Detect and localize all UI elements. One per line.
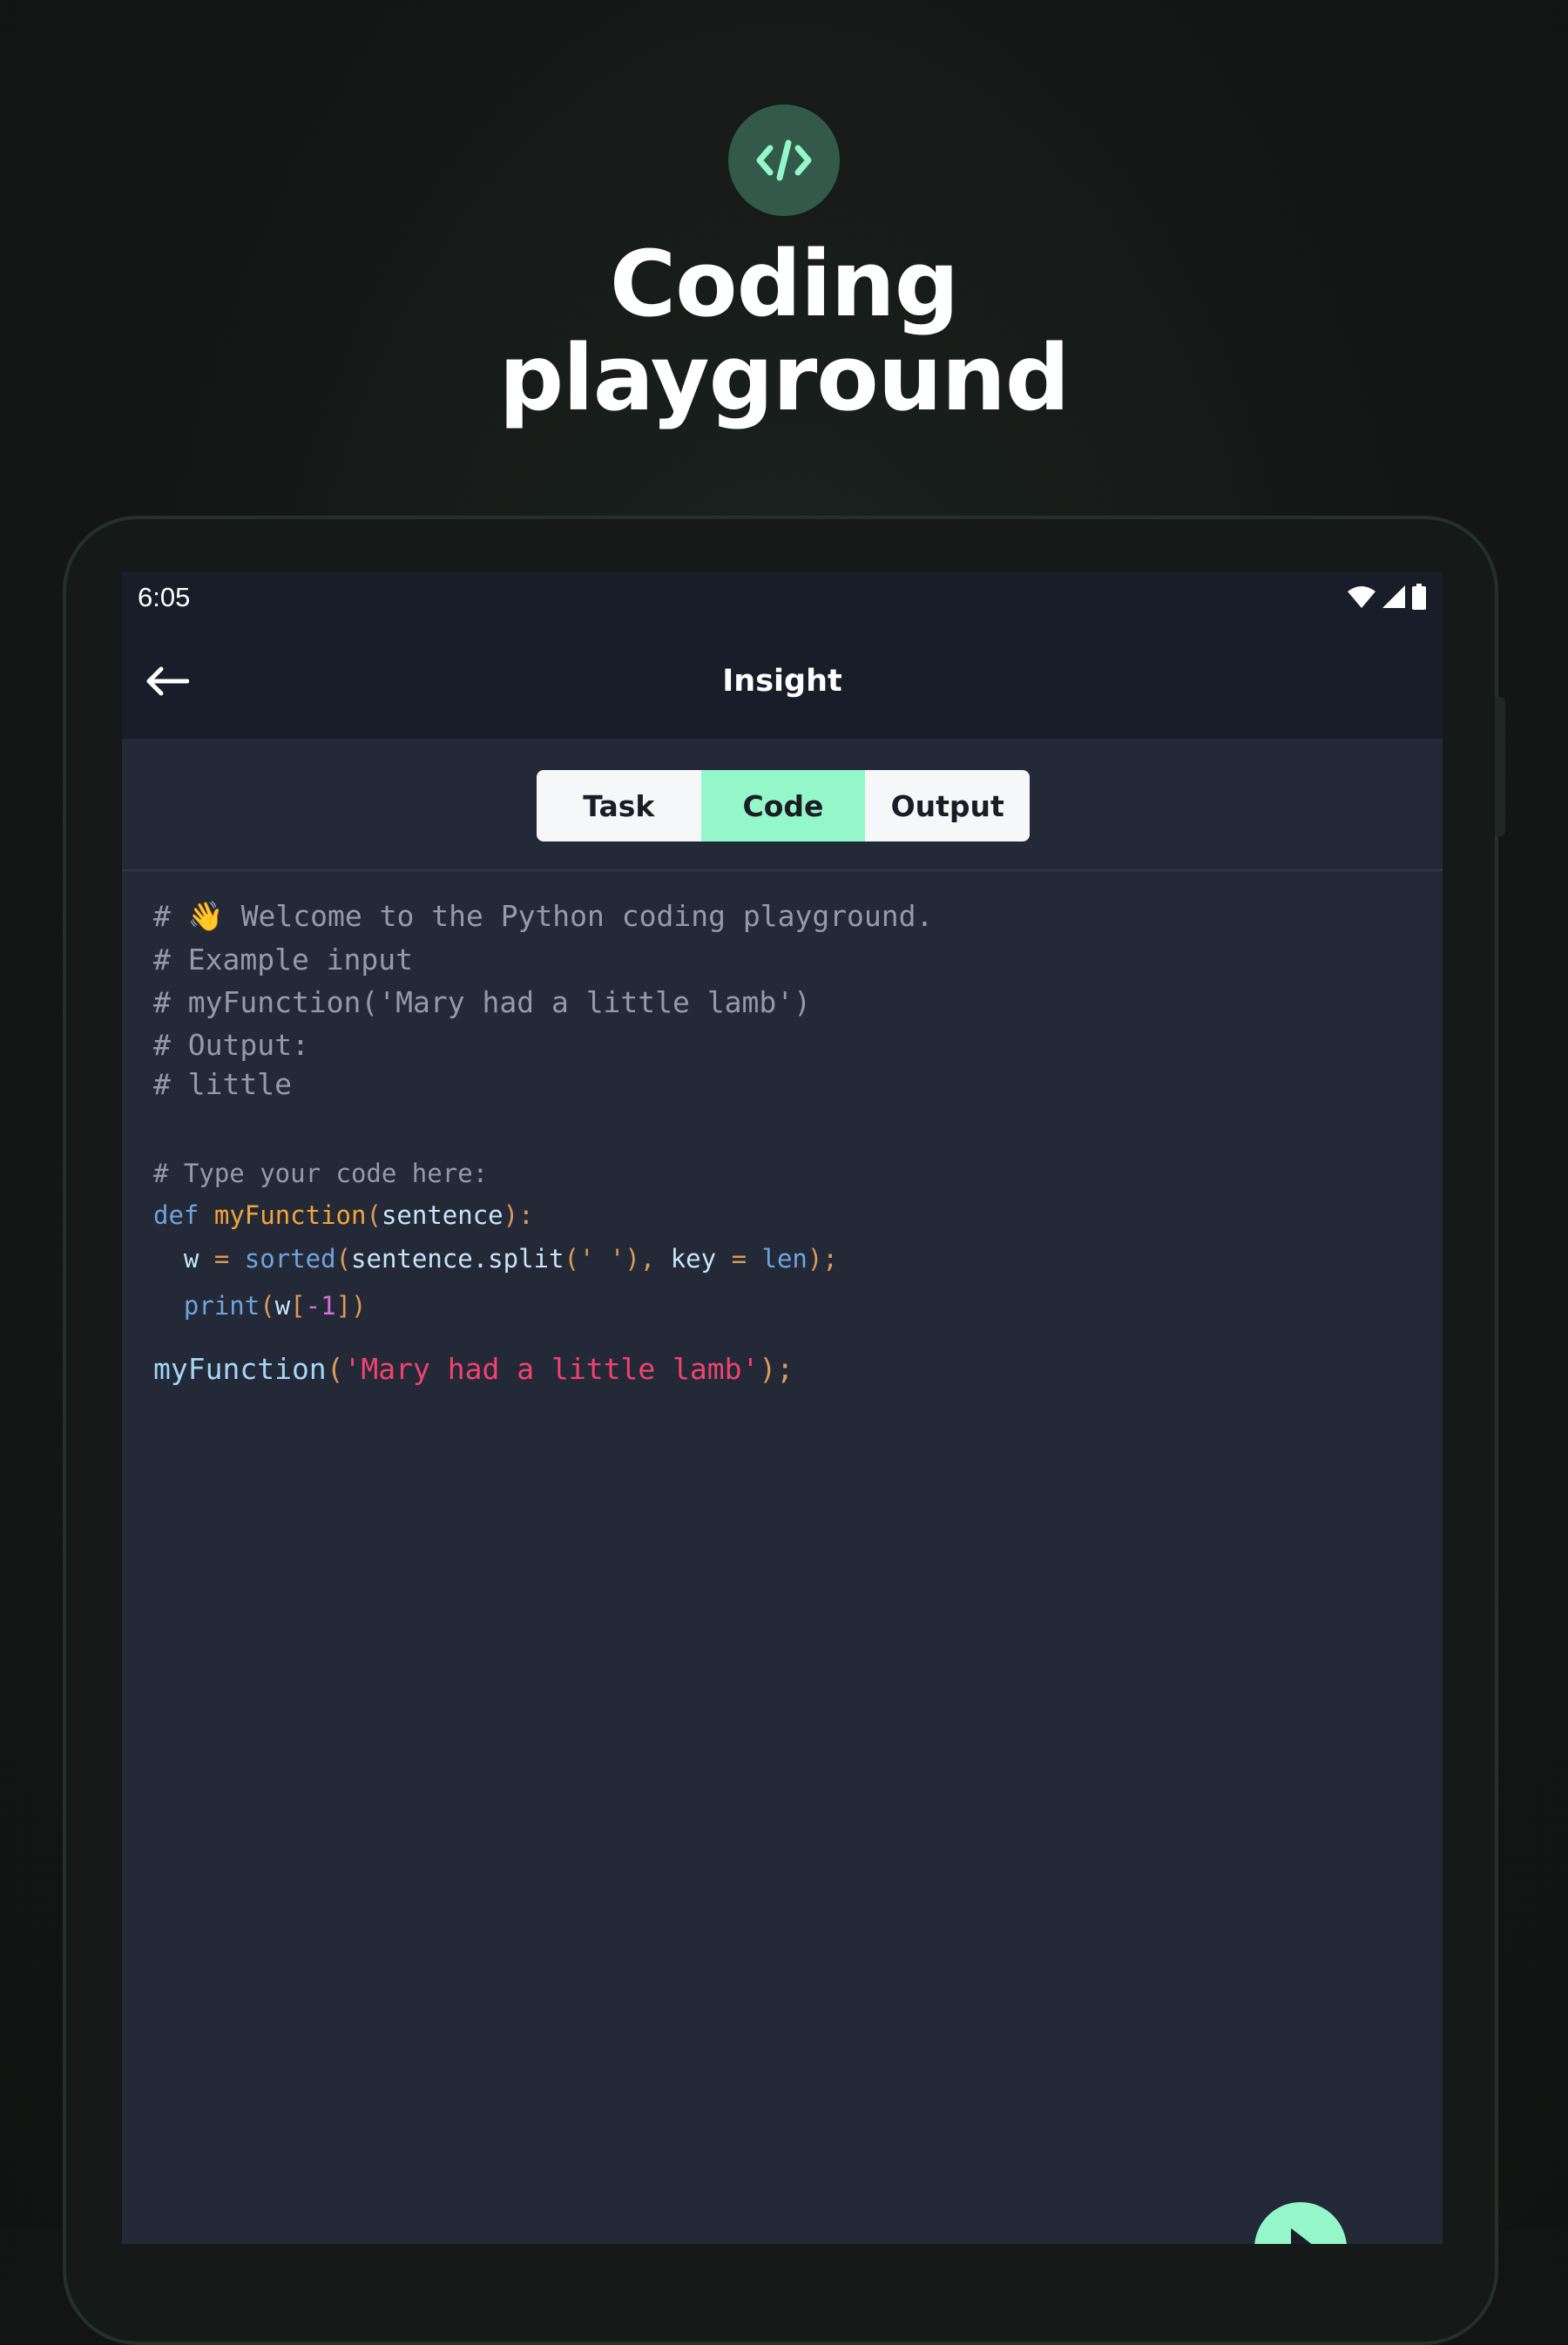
tabs-divider: [122, 869, 1443, 871]
status-bar: 6:05: [122, 571, 1443, 624]
hero-title-line-1: Coding: [609, 231, 959, 337]
code-token: (: [260, 1291, 275, 1321]
code-token: def: [153, 1200, 199, 1230]
code-token: ' ': [578, 1244, 625, 1274]
code-icon: [756, 139, 812, 181]
code-def-line: def myFunction(sentence):: [153, 1200, 534, 1230]
code-token: sentence.split: [351, 1244, 564, 1274]
code-editor[interactable]: # 👋 Welcome to the Python coding playgro…: [153, 899, 1408, 1386]
code-token: ): [351, 1291, 367, 1321]
code-call-line: myFunction('Mary had a little lamb');: [153, 1352, 794, 1386]
code-token: (: [366, 1200, 382, 1230]
code-token: w: [183, 1244, 199, 1274]
hero-title-line-2: playground: [498, 325, 1071, 431]
run-fab-button[interactable]: [1254, 2202, 1347, 2244]
code-comment-line: # Example input: [153, 943, 414, 977]
code-token: myFunction: [153, 1352, 327, 1386]
wifi-icon: [1348, 586, 1375, 608]
hero-title: Coding playground: [0, 237, 1568, 425]
code-token: (: [326, 1352, 344, 1386]
tab-bar: Task Code Output: [537, 770, 1030, 841]
code-token: ),: [625, 1244, 656, 1274]
tab-output[interactable]: Output: [865, 770, 1030, 841]
code-assign-line: w = sorted(sentence.split(' '), key = le…: [153, 1244, 838, 1274]
code-token: [: [290, 1291, 306, 1321]
code-token: ):: [503, 1200, 534, 1230]
app-bar: Insight: [122, 624, 1443, 739]
code-comment-line: # 👋 Welcome to the Python coding playgro…: [153, 899, 934, 933]
code-token: sorted: [244, 1244, 336, 1274]
code-token: key: [670, 1244, 717, 1274]
code-comment-line: # little: [153, 1067, 292, 1101]
app-bar-title: Insight: [722, 664, 842, 699]
code-token: len: [761, 1244, 808, 1274]
code-print-line: print(w[-1]): [153, 1291, 367, 1321]
code-token: );: [759, 1352, 794, 1386]
play-icon: [1291, 2228, 1312, 2244]
tab-code[interactable]: Code: [700, 770, 866, 841]
app-screen: 6:05 Insight Task Code Output # 👋 Welcom…: [122, 571, 1443, 2244]
battery-icon: [1412, 584, 1426, 610]
code-token: );: [807, 1244, 838, 1274]
code-comment-line: # Output:: [153, 1028, 309, 1062]
code-token: (: [335, 1244, 352, 1274]
status-icons: [1347, 584, 1427, 610]
code-token: 'Mary had a little lamb': [343, 1352, 760, 1386]
code-token: =: [731, 1244, 747, 1274]
code-comment-line: # myFunction('Mary had a little lamb'): [153, 985, 811, 1019]
code-type-comment: # Type your code here:: [153, 1159, 489, 1188]
code-token: ]: [335, 1291, 352, 1321]
signal-icon: [1382, 585, 1405, 608]
device-side-button: [1495, 697, 1505, 836]
code-token: myFunction: [213, 1200, 367, 1230]
code-token: -1: [305, 1291, 336, 1321]
code-token: sentence: [381, 1200, 504, 1230]
code-token: w: [274, 1291, 291, 1321]
code-token: print: [183, 1291, 260, 1321]
code-token: (: [564, 1244, 579, 1274]
code-token: =: [213, 1244, 230, 1274]
status-time: 6:05: [138, 582, 191, 612]
tab-task[interactable]: Task: [537, 770, 701, 841]
hero-code-badge: [728, 105, 840, 216]
